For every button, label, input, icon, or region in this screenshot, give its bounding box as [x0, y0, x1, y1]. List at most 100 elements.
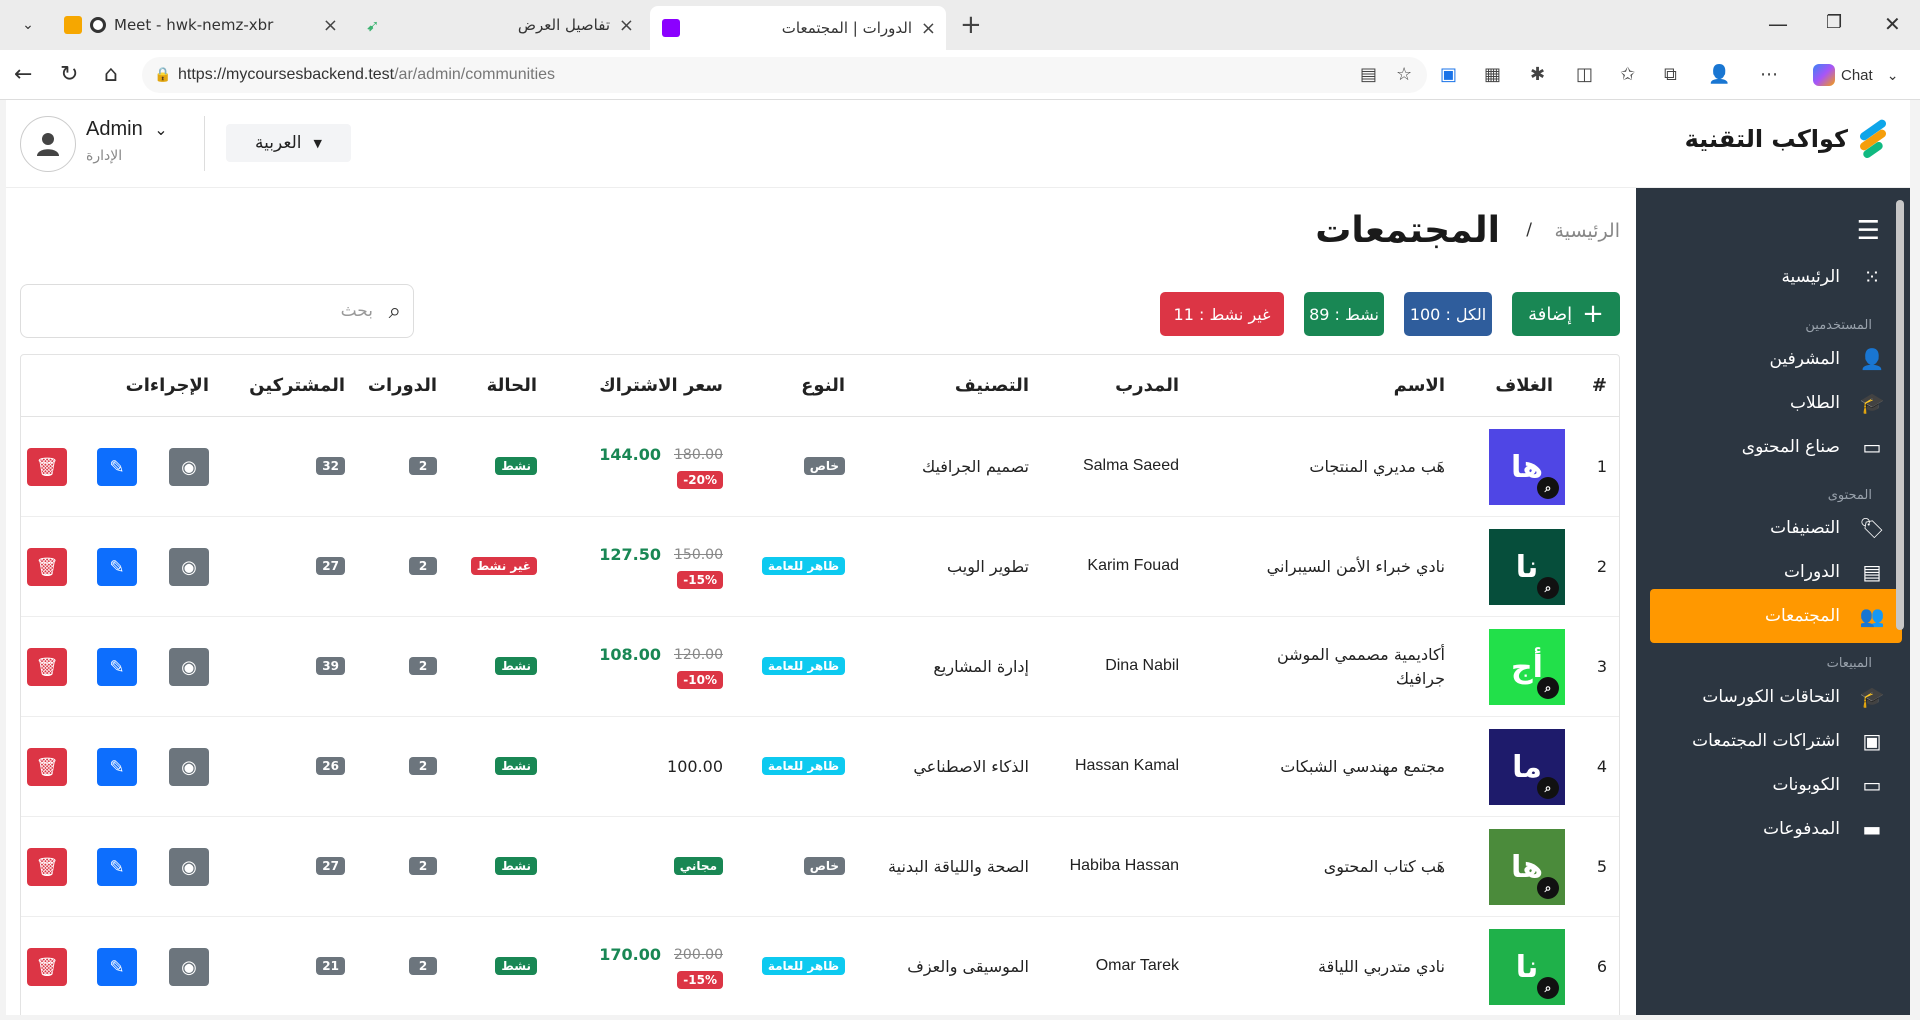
- user-menu[interactable]: Admin ⌄: [86, 118, 168, 141]
- header-divider: [204, 116, 205, 171]
- language-dropdown[interactable]: العربية ▼: [226, 124, 351, 162]
- zoom-icon[interactable]: ⌕: [1537, 777, 1559, 799]
- chevron-down-icon: ⌄: [1886, 66, 1899, 83]
- tab-title: تفاصيل العرض: [517, 16, 610, 34]
- community-cover[interactable]: نا ⌕: [1489, 529, 1565, 605]
- page-scrollbar[interactable]: [1896, 200, 1904, 630]
- reload-button[interactable]: ↻: [60, 62, 78, 87]
- edit-button[interactable]: ✎: [97, 648, 137, 686]
- reader-mode-icon[interactable]: ▤: [1360, 64, 1377, 85]
- stat-all-button[interactable]: الكل : 100: [1404, 292, 1492, 336]
- ticket-icon: ▭: [1862, 773, 1882, 797]
- zoom-icon[interactable]: ⌕: [1537, 577, 1559, 599]
- copilot-chat-button[interactable]: Chat ⌄: [1805, 60, 1906, 90]
- sidebar: ☰ ⁙ الرئيسية المستخدمين 👤 المشرفين 🎓 الط…: [1636, 188, 1910, 1015]
- sidebar-item-communities[interactable]: 👥 المجتمعات: [1650, 589, 1902, 643]
- stat-active-button[interactable]: نشط : 89: [1304, 292, 1384, 336]
- search-box[interactable]: ⌕ بحث: [20, 284, 414, 338]
- courses-count-badge: 2: [409, 457, 437, 475]
- view-button[interactable]: ◉: [169, 448, 209, 486]
- close-icon[interactable]: ×: [323, 15, 338, 36]
- favorites-icon[interactable]: ✩: [1620, 64, 1635, 85]
- sidebar-item-payments[interactable]: ▬ المدفوعات: [1650, 802, 1902, 856]
- browser-tab-communities[interactable]: الدورات | المجتمعات ×: [650, 6, 946, 50]
- delete-button[interactable]: 🗑: [27, 748, 67, 786]
- url-host: https://mycoursesbackend.test: [178, 66, 395, 83]
- puzzle-icon[interactable]: ✱: [1530, 64, 1545, 85]
- avatar[interactable]: [20, 116, 76, 172]
- collections-icon[interactable]: ⧉: [1664, 64, 1677, 85]
- close-icon[interactable]: ×: [921, 18, 936, 39]
- view-button[interactable]: ◉: [169, 848, 209, 886]
- favorite-star-icon[interactable]: ☆: [1396, 64, 1412, 85]
- new-tab-button[interactable]: +: [960, 12, 982, 38]
- eye-icon: ◉: [181, 856, 197, 878]
- type-badge: ظاهر للعامة: [761, 557, 845, 575]
- delete-button[interactable]: 🗑: [27, 448, 67, 486]
- column-header: المدرب: [1115, 375, 1179, 396]
- community-cover[interactable]: أج ⌕: [1489, 629, 1565, 705]
- close-icon[interactable]: ×: [619, 15, 634, 36]
- zoom-icon[interactable]: ⌕: [1537, 977, 1559, 999]
- back-button[interactable]: ←: [14, 62, 32, 87]
- delete-button[interactable]: 🗑: [27, 548, 67, 586]
- split-screen-icon[interactable]: ◫: [1576, 64, 1593, 85]
- breadcrumb-home-link[interactable]: الرئيسية: [1555, 220, 1620, 242]
- edit-button[interactable]: ✎: [97, 748, 137, 786]
- id-card-icon: ▣: [1862, 729, 1882, 753]
- zoom-icon[interactable]: ⌕: [1537, 877, 1559, 899]
- more-options-icon[interactable]: ⋯: [1760, 64, 1778, 85]
- menu-toggle-icon[interactable]: ☰: [1857, 216, 1880, 246]
- browser-tab-offer[interactable]: ➹ تفاصيل العرض ×: [354, 6, 644, 44]
- delete-button[interactable]: 🗑: [27, 948, 67, 986]
- community-cover[interactable]: ما ⌕: [1489, 729, 1565, 805]
- extension-icon[interactable]: ▦: [1484, 64, 1501, 85]
- sidebar-item-label: المشرفين: [1769, 349, 1840, 369]
- delete-button[interactable]: 🗑: [27, 848, 67, 886]
- view-button[interactable]: ◉: [169, 948, 209, 986]
- profile-icon[interactable]: 👤: [1708, 64, 1730, 85]
- close-window-button[interactable]: ✕: [1884, 12, 1901, 36]
- edit-button[interactable]: ✎: [97, 548, 137, 586]
- search-input[interactable]: بحث: [341, 301, 373, 321]
- courses-count-badge: 2: [409, 957, 437, 975]
- brand-logo[interactable]: كواكب التقنية: [1685, 118, 1890, 160]
- community-cover[interactable]: نا ⌕: [1489, 929, 1565, 1005]
- stat-inactive-button[interactable]: غير نشط : 11: [1160, 292, 1284, 336]
- add-community-button[interactable]: + إضافة: [1512, 292, 1620, 336]
- cover-initials: نا: [1515, 549, 1539, 585]
- delete-button[interactable]: 🗑: [27, 648, 67, 686]
- zoom-icon[interactable]: ⌕: [1537, 677, 1559, 699]
- zoom-icon[interactable]: ⌕: [1537, 477, 1559, 499]
- sidebar-item-label: الطلاب: [1790, 393, 1840, 413]
- view-button[interactable]: ◉: [169, 748, 209, 786]
- url-field[interactable]: 🔒 https://mycoursesbackend.test/ar/admin…: [142, 57, 1427, 93]
- type-badge: ظاهر للعامة: [761, 657, 845, 675]
- view-button[interactable]: ◉: [169, 548, 209, 586]
- column-header: الحالة: [486, 375, 537, 396]
- community-name: هَب كتاب المحتوى: [1323, 857, 1445, 876]
- home-button[interactable]: ⌂: [104, 62, 118, 87]
- edit-button[interactable]: ✎: [97, 448, 137, 486]
- community-cover[interactable]: ها ⌕: [1489, 829, 1565, 905]
- column-header: الاسم: [1393, 375, 1445, 396]
- status-badge: نشط: [495, 857, 537, 875]
- browser-tab-meet[interactable]: Meet - hwk-nemz-xbr ×: [52, 6, 348, 44]
- leaf-icon: ➹: [366, 16, 380, 35]
- minimize-button[interactable]: —: [1768, 12, 1788, 36]
- sidebar-item-home[interactable]: ⁙ الرئيسية: [1650, 250, 1902, 304]
- extension-fi-icon[interactable]: ▣: [1440, 64, 1457, 85]
- edit-button[interactable]: ✎: [97, 948, 137, 986]
- edit-button[interactable]: ✎: [97, 848, 137, 886]
- trainer-name: Karim Fouad: [1087, 557, 1179, 574]
- sidebar-item-creators[interactable]: ▭ صناع المحتوى: [1650, 420, 1902, 474]
- tab-list-dropdown[interactable]: ⌄: [10, 7, 46, 43]
- column-header: الغلاف: [1495, 375, 1553, 396]
- community-cover[interactable]: ها ⌕: [1489, 429, 1565, 505]
- maximize-button[interactable]: ❐: [1826, 12, 1842, 33]
- view-button[interactable]: ◉: [169, 648, 209, 686]
- category-name: الذكاء الاصطناعي: [913, 757, 1029, 776]
- camera-icon: [64, 16, 82, 34]
- eye-icon: ◉: [181, 656, 197, 678]
- trash-icon: 🗑: [35, 756, 59, 778]
